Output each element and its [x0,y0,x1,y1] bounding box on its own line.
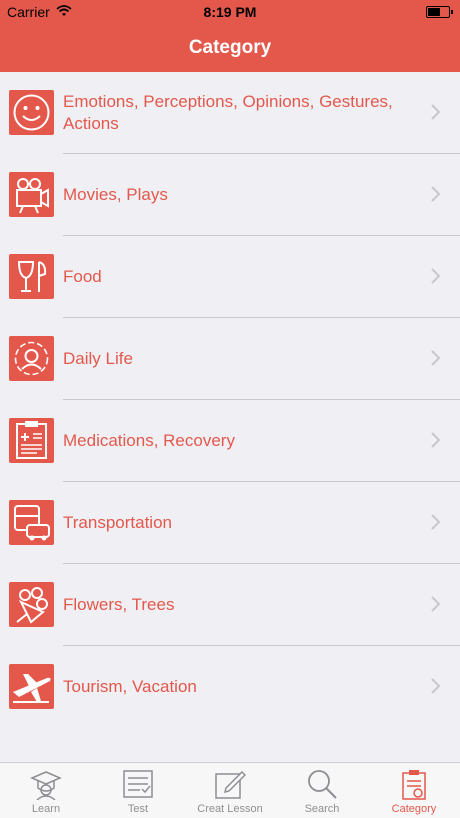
tab-category[interactable]: Category [368,763,460,818]
chevron-right-icon [431,350,441,371]
chevron-right-icon [431,104,441,125]
tab-bar: Learn Test Creat Lesson Search Category [0,762,460,818]
tab-learn[interactable]: Learn [0,763,92,818]
tab-label: Category [391,803,437,815]
category-label: Flowers, Trees [63,595,175,614]
category-list: Emotions, Perceptions, Opinions, Gesture… [0,72,460,728]
tab-label: Test [127,803,149,815]
bouquet-icon [9,582,54,627]
chevron-right-icon [431,268,441,289]
smiley-face-icon [9,90,54,135]
chevron-right-icon [431,678,441,699]
chevron-right-icon [431,432,441,453]
person-cycle-icon [9,336,54,381]
tab-label: Creat Lesson [197,803,263,815]
page-title: Category [188,37,272,58]
category-label: Emotions, Perceptions, Opinions, Gesture… [63,92,393,133]
magnifier-icon [306,768,338,800]
category-row-transportation[interactable]: Transportation [0,482,460,564]
tab-creat-lesson[interactable]: Creat Lesson [184,763,276,818]
status-bar: Carrier 8:19 PM [0,0,460,24]
glass-fork-icon [9,254,54,299]
airplane-icon [9,664,54,709]
graduation-cap-icon [30,768,62,801]
category-row-food[interactable]: Food [0,236,460,318]
tab-label: Learn [31,803,61,815]
movie-camera-icon [9,172,54,217]
category-label: Food [63,267,102,286]
navigation-bar: Category [0,24,460,72]
bus-car-icon [9,500,54,545]
pencil-edit-icon [214,768,247,800]
category-row-daily-life[interactable]: Daily Life [0,318,460,400]
category-row-flowers[interactable]: Flowers, Trees [0,564,460,646]
chevron-right-icon [431,186,441,207]
medical-chart-icon [9,418,54,463]
checklist-icon [122,768,154,800]
status-time: 8:19 PM [203,4,257,20]
category-label: Tourism, Vacation [63,677,197,696]
category-row-medications[interactable]: Medications, Recovery [0,400,460,482]
category-row-movies[interactable]: Movies, Plays [0,154,460,236]
tab-label: Search [304,803,340,815]
chevron-right-icon [431,514,441,535]
clipboard-icon [398,768,430,800]
category-row-tourism[interactable]: Tourism, Vacation [0,646,460,728]
category-label: Transportation [63,513,172,532]
category-label: Medications, Recovery [63,431,235,450]
category-label: Daily Life [63,349,133,368]
battery-icon [426,6,453,18]
tab-test[interactable]: Test [92,763,184,818]
category-row-emotions[interactable]: Emotions, Perceptions, Opinions, Gesture… [0,72,460,154]
chevron-right-icon [431,596,441,617]
category-label: Movies, Plays [63,185,168,204]
tab-search[interactable]: Search [276,763,368,818]
